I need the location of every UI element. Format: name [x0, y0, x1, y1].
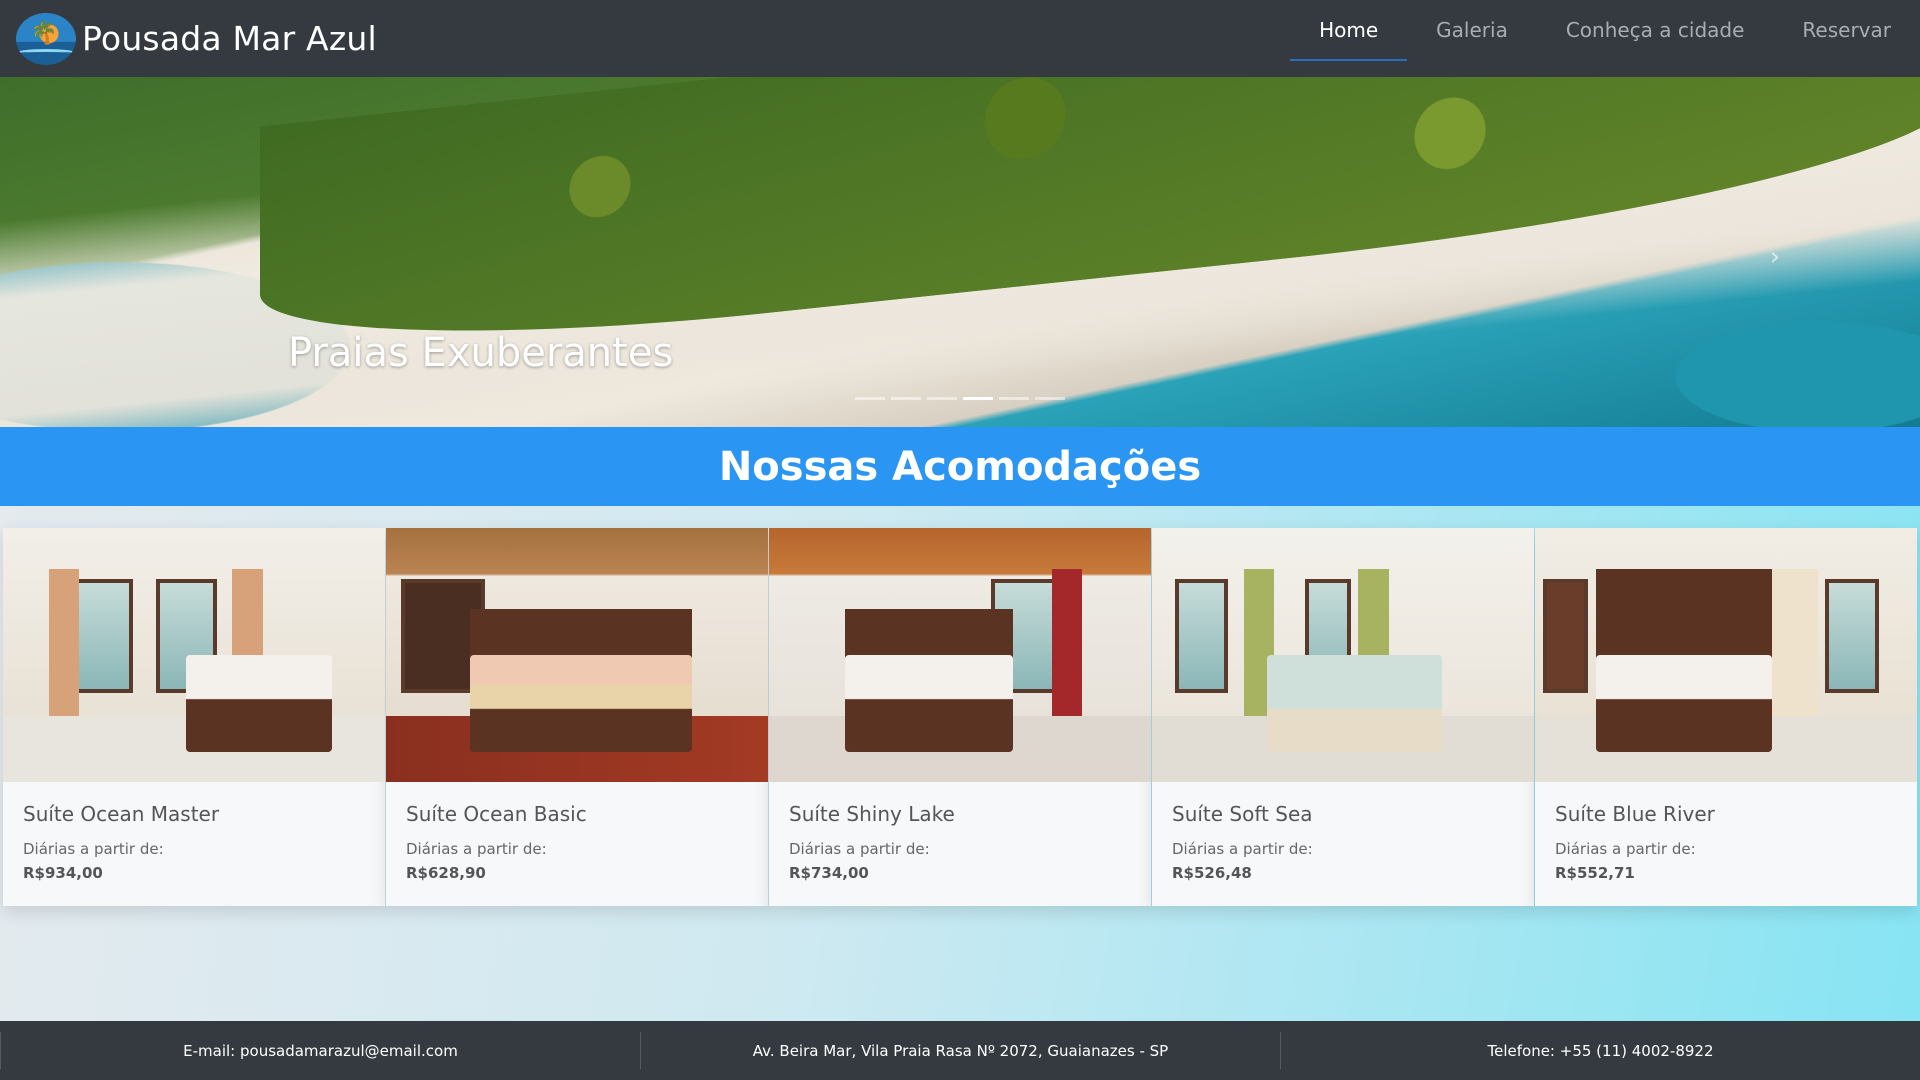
- nav-item-galeria[interactable]: Galeria: [1407, 0, 1537, 61]
- carousel-indicator[interactable]: [855, 397, 885, 400]
- room-name: Suíte Shiny Lake: [789, 802, 955, 826]
- price-label: Diárias a partir de:: [1555, 840, 1696, 858]
- hero-carousel[interactable]: Praias Exuberantes ›: [0, 77, 1920, 427]
- room-card[interactable]: Suíte Blue River Diárias a partir de: R$…: [1535, 528, 1917, 906]
- price-label: Diárias a partir de:: [23, 840, 164, 858]
- carousel-caption: Praias Exuberantes: [288, 330, 674, 376]
- brand-link[interactable]: 🌴 Pousada Mar Azul: [16, 12, 377, 65]
- price-label: Diárias a partir de:: [406, 840, 547, 858]
- room-name: Suíte Soft Sea: [1172, 802, 1313, 826]
- carousel-indicator[interactable]: [927, 397, 957, 400]
- nav-item-reservar[interactable]: Reservar: [1773, 0, 1920, 61]
- room-cards: Suíte Ocean Master Diárias a partir de: …: [3, 528, 1917, 906]
- price-label: Diárias a partir de:: [789, 840, 930, 858]
- room-name: Suíte Ocean Basic: [406, 802, 587, 826]
- carousel-indicator[interactable]: [1035, 397, 1065, 400]
- room-photo: [386, 528, 768, 782]
- nav-item-home[interactable]: Home: [1290, 0, 1408, 61]
- footer: E-mail: pousadamarazul@email.com Av. Bei…: [0, 1021, 1920, 1080]
- room-photo: [769, 528, 1151, 782]
- footer-address: Av. Beira Mar, Vila Praia Rasa Nº 2072, …: [640, 1032, 1280, 1069]
- carousel-indicator[interactable]: [999, 397, 1029, 400]
- nav-item-conheca-a-cidade[interactable]: Conheça a cidade: [1537, 0, 1774, 61]
- room-price: R$552,71: [1555, 864, 1635, 882]
- room-price: R$734,00: [789, 864, 869, 882]
- room-card[interactable]: Suíte Ocean Basic Diárias a partir de: R…: [386, 528, 768, 906]
- room-price: R$526,48: [1172, 864, 1252, 882]
- room-price: R$934,00: [23, 864, 103, 882]
- room-name: Suíte Ocean Master: [23, 802, 220, 826]
- room-name: Suíte Blue River: [1555, 802, 1715, 826]
- carousel-indicator[interactable]: [891, 397, 921, 400]
- room-photo: [1152, 528, 1534, 782]
- brand-name: Pousada Mar Azul: [82, 19, 377, 58]
- room-price: R$628,90: [406, 864, 486, 882]
- carousel-next-icon[interactable]: ›: [1770, 242, 1780, 272]
- room-card[interactable]: Suíte Soft Sea Diárias a partir de: R$52…: [1152, 528, 1534, 906]
- carousel-indicators: [855, 397, 1065, 400]
- room-card[interactable]: Suíte Ocean Master Diárias a partir de: …: [3, 528, 385, 906]
- price-label: Diárias a partir de:: [1172, 840, 1313, 858]
- carousel-indicator-active[interactable]: [963, 397, 993, 400]
- footer-phone: Telefone: +55 (11) 4002-8922: [1280, 1032, 1920, 1069]
- main-nav: Home Galeria Conheça a cidade Reservar: [1290, 0, 1920, 77]
- beach-palm-logo-icon: 🌴: [16, 12, 76, 65]
- room-card[interactable]: Suíte Shiny Lake Diárias a partir de: R$…: [769, 528, 1151, 906]
- section-header: Nossas Acomodações: [0, 427, 1920, 506]
- navbar: 🌴 Pousada Mar Azul Home Galeria Conheça …: [0, 0, 1920, 77]
- room-photo: [1535, 528, 1917, 782]
- room-photo: [3, 528, 385, 782]
- footer-email: E-mail: pousadamarazul@email.com: [0, 1032, 640, 1069]
- section-title: Nossas Acomodações: [718, 443, 1202, 490]
